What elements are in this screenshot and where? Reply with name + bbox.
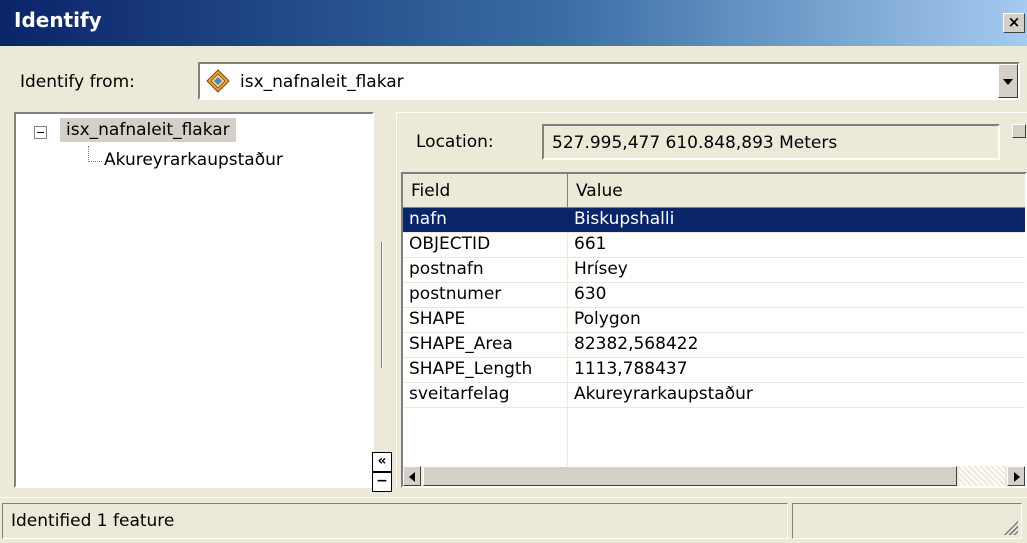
collapse-panel-button[interactable]: − xyxy=(372,472,392,492)
resize-grip-icon[interactable] xyxy=(1002,519,1018,535)
identify-from-value: isx_nafnaleit_flakar xyxy=(240,72,404,92)
tree-root-layer[interactable]: isx_nafnaleit_flakar xyxy=(60,118,236,142)
horizontal-scrollbar[interactable] xyxy=(403,466,1025,486)
tree-item-feature[interactable]: Akureyrarkaupstaður xyxy=(104,150,283,170)
layer-icon xyxy=(206,69,230,93)
table-row[interactable]: sveitarfelag Akureyrarkaupstaður xyxy=(403,383,1025,408)
tree-connector xyxy=(88,146,102,162)
field-value-cell: 1113,788437 xyxy=(574,359,688,379)
field-value-cell: Akureyrarkaupstaður xyxy=(574,384,753,404)
field-value-cell: Hrísey xyxy=(574,259,628,279)
field-name-cell: sveitarfelag xyxy=(409,384,510,404)
title-bar[interactable]: Identify × xyxy=(0,0,1027,46)
field-name-cell: OBJECTID xyxy=(409,234,491,254)
table-row[interactable]: postnafn Hrísey xyxy=(403,258,1025,283)
attributes-grid[interactable]: Field Value nafn Biskupshalli OBJECTID 6… xyxy=(401,172,1027,488)
field-value-cell: 630 xyxy=(574,284,607,304)
location-label: Location: xyxy=(416,132,494,152)
table-row[interactable]: SHAPE_Length 1113,788437 xyxy=(403,358,1025,383)
scroll-left-button[interactable] xyxy=(403,466,421,486)
field-name-cell: postnafn xyxy=(409,259,484,279)
chevron-down-icon xyxy=(1003,79,1013,85)
splitter-handle[interactable] xyxy=(381,242,383,368)
table-row[interactable]: SHAPE Polygon xyxy=(403,308,1025,333)
identify-window: Identify × Identify from: isx_nafnaleit_… xyxy=(0,0,1027,543)
results-tree[interactable]: isx_nafnaleit_flakar Akureyrarkaupstaður xyxy=(14,112,374,488)
status-pane-secondary xyxy=(792,503,1022,539)
field-name-cell: nafn xyxy=(409,209,447,229)
field-name-cell: postnumer xyxy=(409,284,502,304)
table-row[interactable]: OBJECTID 661 xyxy=(403,233,1025,258)
identify-from-dropdown[interactable]: isx_nafnaleit_flakar xyxy=(198,62,1020,100)
field-value-cell: 82382,568422 xyxy=(574,334,699,354)
arrow-left-icon xyxy=(409,472,415,482)
window-title: Identify xyxy=(14,8,102,32)
table-row[interactable]: postnumer 630 xyxy=(403,283,1025,308)
status-text: Identified 1 feature xyxy=(2,503,788,539)
field-name-cell: SHAPE_Length xyxy=(409,359,533,379)
tree-collapse-toggle[interactable] xyxy=(34,126,47,139)
scrollbar-track[interactable] xyxy=(959,466,1005,486)
field-name-cell: SHAPE xyxy=(409,309,466,329)
location-field: 527.995,477 610.848,893 Meters xyxy=(542,124,1000,160)
close-button[interactable]: × xyxy=(1003,13,1025,33)
scrollbar-thumb[interactable] xyxy=(423,466,957,486)
expand-panel-button[interactable]: « xyxy=(372,452,392,472)
scroll-right-button[interactable] xyxy=(1007,466,1025,486)
value-column-header[interactable]: Value xyxy=(568,174,1025,208)
table-row[interactable]: nafn Biskupshalli xyxy=(403,208,1025,233)
field-value-cell: 661 xyxy=(574,234,607,254)
dropdown-arrow-button[interactable] xyxy=(998,64,1018,98)
location-options-button[interactable] xyxy=(1012,124,1026,138)
field-name-cell: SHAPE_Area xyxy=(409,334,513,354)
field-value-cell: Polygon xyxy=(574,309,641,329)
arrow-right-icon xyxy=(1014,472,1020,482)
field-value-cell: Biskupshalli xyxy=(574,209,675,229)
table-row[interactable]: SHAPE_Area 82382,568422 xyxy=(403,333,1025,358)
identify-from-label: Identify from: xyxy=(20,72,135,92)
location-value: 527.995,477 610.848,893 Meters xyxy=(552,133,838,153)
field-column-header[interactable]: Field xyxy=(403,174,568,208)
grid-header: Field Value xyxy=(403,174,1025,208)
